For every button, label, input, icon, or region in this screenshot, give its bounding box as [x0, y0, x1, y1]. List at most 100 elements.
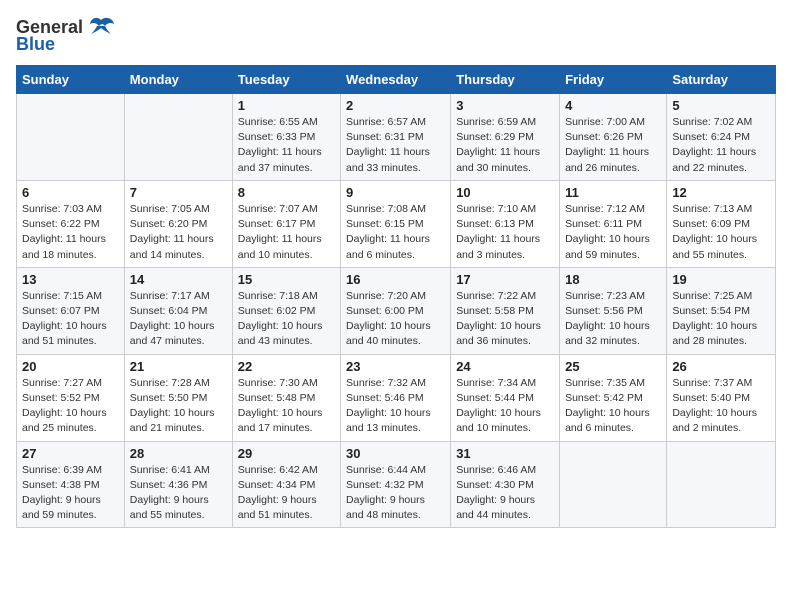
day-number: 20 [22, 359, 119, 374]
day-number: 12 [672, 185, 770, 200]
day-info: Sunrise: 6:57 AM Sunset: 6:31 PM Dayligh… [346, 115, 445, 176]
calendar-body: 1 Sunrise: 6:55 AM Sunset: 6:33 PM Daylig… [17, 94, 776, 528]
day-info: Sunrise: 6:59 AM Sunset: 6:29 PM Dayligh… [456, 115, 554, 176]
day-info: Sunrise: 7:08 AM Sunset: 6:15 PM Dayligh… [346, 202, 445, 263]
calendar-cell [17, 94, 125, 181]
calendar-cell: 10 Sunrise: 7:10 AM Sunset: 6:13 PM Dayli… [451, 180, 560, 267]
calendar-cell [667, 441, 776, 528]
day-info: Sunrise: 7:03 AM Sunset: 6:22 PM Dayligh… [22, 202, 119, 263]
weekday-wednesday: Wednesday [341, 66, 451, 94]
calendar-cell: 2 Sunrise: 6:57 AM Sunset: 6:31 PM Daylig… [341, 94, 451, 181]
day-info: Sunrise: 7:07 AM Sunset: 6:17 PM Dayligh… [238, 202, 335, 263]
day-number: 7 [130, 185, 227, 200]
page-header: General Blue [16, 16, 776, 55]
calendar-cell: 3 Sunrise: 6:59 AM Sunset: 6:29 PM Daylig… [451, 94, 560, 181]
day-number: 16 [346, 272, 445, 287]
calendar-cell: 1 Sunrise: 6:55 AM Sunset: 6:33 PM Daylig… [232, 94, 340, 181]
calendar-cell: 19 Sunrise: 7:25 AM Sunset: 5:54 PM Dayli… [667, 267, 776, 354]
week-row-1: 1 Sunrise: 6:55 AM Sunset: 6:33 PM Daylig… [17, 94, 776, 181]
calendar-cell [560, 441, 667, 528]
calendar-cell: 27 Sunrise: 6:39 AM Sunset: 4:38 PM Dayli… [17, 441, 125, 528]
day-number: 4 [565, 98, 661, 113]
week-row-4: 20 Sunrise: 7:27 AM Sunset: 5:52 PM Dayli… [17, 354, 776, 441]
day-number: 27 [22, 446, 119, 461]
day-info: Sunrise: 7:20 AM Sunset: 6:00 PM Dayligh… [346, 289, 445, 350]
day-info: Sunrise: 7:23 AM Sunset: 5:56 PM Dayligh… [565, 289, 661, 350]
weekday-monday: Monday [124, 66, 232, 94]
day-info: Sunrise: 7:27 AM Sunset: 5:52 PM Dayligh… [22, 376, 119, 437]
calendar-table: SundayMondayTuesdayWednesdayThursdayFrid… [16, 65, 776, 528]
day-number: 3 [456, 98, 554, 113]
day-info: Sunrise: 7:17 AM Sunset: 6:04 PM Dayligh… [130, 289, 227, 350]
calendar-cell: 16 Sunrise: 7:20 AM Sunset: 6:00 PM Dayli… [341, 267, 451, 354]
calendar-cell: 11Sunrise: 7:12 AM Sunset: 6:11 PM Dayli… [560, 180, 667, 267]
day-number: 18 [565, 272, 661, 287]
calendar-cell: 5 Sunrise: 7:02 AM Sunset: 6:24 PM Daylig… [667, 94, 776, 181]
day-info: Sunrise: 7:15 AM Sunset: 6:07 PM Dayligh… [22, 289, 119, 350]
day-number: 21 [130, 359, 227, 374]
day-info: Sunrise: 7:12 AM Sunset: 6:11 PM Dayligh… [565, 202, 661, 263]
day-info: Sunrise: 7:37 AM Sunset: 5:40 PM Dayligh… [672, 376, 770, 437]
calendar-cell: 4 Sunrise: 7:00 AM Sunset: 6:26 PM Daylig… [560, 94, 667, 181]
calendar-cell: 7Sunrise: 7:05 AM Sunset: 6:20 PM Daylig… [124, 180, 232, 267]
day-info: Sunrise: 7:13 AM Sunset: 6:09 PM Dayligh… [672, 202, 770, 263]
day-number: 26 [672, 359, 770, 374]
calendar-cell: 18 Sunrise: 7:23 AM Sunset: 5:56 PM Dayli… [560, 267, 667, 354]
day-number: 2 [346, 98, 445, 113]
weekday-header-row: SundayMondayTuesdayWednesdayThursdayFrid… [17, 66, 776, 94]
day-info: Sunrise: 7:10 AM Sunset: 6:13 PM Dayligh… [456, 202, 554, 263]
day-info: Sunrise: 7:02 AM Sunset: 6:24 PM Dayligh… [672, 115, 770, 176]
calendar-cell: 21 Sunrise: 7:28 AM Sunset: 5:50 PM Dayli… [124, 354, 232, 441]
logo-blue-text: Blue [16, 34, 55, 55]
day-number: 17 [456, 272, 554, 287]
calendar-cell: 14Sunrise: 7:17 AM Sunset: 6:04 PM Dayli… [124, 267, 232, 354]
logo-bird-icon [87, 16, 115, 38]
calendar-cell [124, 94, 232, 181]
calendar-cell: 23 Sunrise: 7:32 AM Sunset: 5:46 PM Dayli… [341, 354, 451, 441]
calendar-cell: 15Sunrise: 7:18 AM Sunset: 6:02 PM Dayli… [232, 267, 340, 354]
day-info: Sunrise: 7:30 AM Sunset: 5:48 PM Dayligh… [238, 376, 335, 437]
day-number: 10 [456, 185, 554, 200]
day-number: 29 [238, 446, 335, 461]
day-info: Sunrise: 6:41 AM Sunset: 4:36 PM Dayligh… [130, 463, 227, 524]
weekday-saturday: Saturday [667, 66, 776, 94]
day-number: 13 [22, 272, 119, 287]
day-info: Sunrise: 7:32 AM Sunset: 5:46 PM Dayligh… [346, 376, 445, 437]
calendar-cell: 17 Sunrise: 7:22 AM Sunset: 5:58 PM Dayli… [451, 267, 560, 354]
calendar-cell: 12 Sunrise: 7:13 AM Sunset: 6:09 PM Dayli… [667, 180, 776, 267]
day-info: Sunrise: 7:25 AM Sunset: 5:54 PM Dayligh… [672, 289, 770, 350]
day-info: Sunrise: 7:00 AM Sunset: 6:26 PM Dayligh… [565, 115, 661, 176]
calendar-cell: 24Sunrise: 7:34 AM Sunset: 5:44 PM Dayli… [451, 354, 560, 441]
calendar-cell: 22Sunrise: 7:30 AM Sunset: 5:48 PM Dayli… [232, 354, 340, 441]
day-number: 19 [672, 272, 770, 287]
week-row-2: 6 Sunrise: 7:03 AM Sunset: 6:22 PM Daylig… [17, 180, 776, 267]
calendar-cell: 9 Sunrise: 7:08 AM Sunset: 6:15 PM Daylig… [341, 180, 451, 267]
day-number: 31 [456, 446, 554, 461]
day-info: Sunrise: 6:44 AM Sunset: 4:32 PM Dayligh… [346, 463, 445, 524]
weekday-friday: Friday [560, 66, 667, 94]
day-number: 6 [22, 185, 119, 200]
calendar-cell: 20 Sunrise: 7:27 AM Sunset: 5:52 PM Dayli… [17, 354, 125, 441]
day-info: Sunrise: 7:28 AM Sunset: 5:50 PM Dayligh… [130, 376, 227, 437]
day-info: Sunrise: 7:22 AM Sunset: 5:58 PM Dayligh… [456, 289, 554, 350]
week-row-5: 27 Sunrise: 6:39 AM Sunset: 4:38 PM Dayli… [17, 441, 776, 528]
day-number: 23 [346, 359, 445, 374]
weekday-thursday: Thursday [451, 66, 560, 94]
day-info: Sunrise: 6:55 AM Sunset: 6:33 PM Dayligh… [238, 115, 335, 176]
day-info: Sunrise: 7:35 AM Sunset: 5:42 PM Dayligh… [565, 376, 661, 437]
day-info: Sunrise: 6:39 AM Sunset: 4:38 PM Dayligh… [22, 463, 119, 524]
weekday-sunday: Sunday [17, 66, 125, 94]
day-number: 9 [346, 185, 445, 200]
day-number: 15 [238, 272, 335, 287]
calendar-cell: 31Sunrise: 6:46 AM Sunset: 4:30 PM Dayli… [451, 441, 560, 528]
day-number: 5 [672, 98, 770, 113]
logo: General Blue [16, 16, 115, 55]
calendar-cell: 30 Sunrise: 6:44 AM Sunset: 4:32 PM Dayli… [341, 441, 451, 528]
weekday-tuesday: Tuesday [232, 66, 340, 94]
calendar-cell: 26 Sunrise: 7:37 AM Sunset: 5:40 PM Dayli… [667, 354, 776, 441]
calendar-cell: 8Sunrise: 7:07 AM Sunset: 6:17 PM Daylig… [232, 180, 340, 267]
day-number: 28 [130, 446, 227, 461]
day-number: 1 [238, 98, 335, 113]
day-number: 25 [565, 359, 661, 374]
day-number: 30 [346, 446, 445, 461]
